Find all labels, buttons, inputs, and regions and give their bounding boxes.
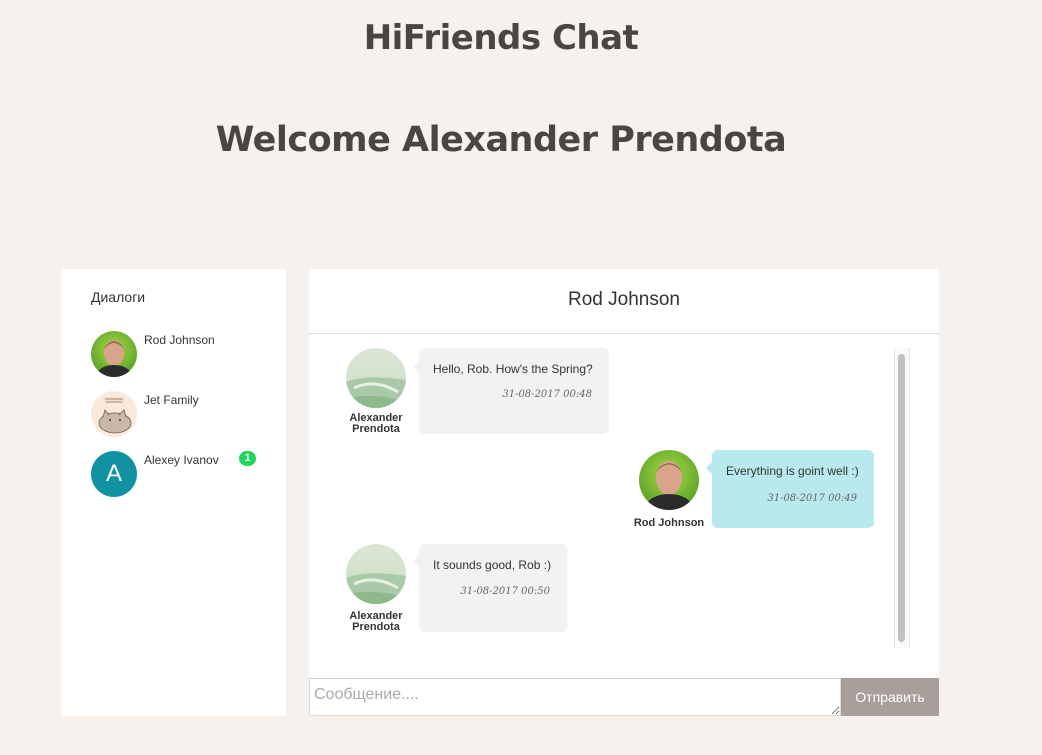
cat-avatar-icon <box>91 391 137 437</box>
unread-badge: 1 <box>239 451 256 466</box>
welcome-heading: Welcome Alexander Prendota <box>215 120 787 160</box>
message-text: Hello, Rob. How's the Spring? <box>433 362 593 376</box>
dialogs-panel: Диалоги Rod Johnson Jet Family A Alexey … <box>61 269 286 716</box>
message-time: 31-08-2017 00:49 <box>767 493 857 504</box>
dialogs-heading: Диалоги <box>91 289 146 305</box>
dialog-item-jet-family[interactable]: Jet Family <box>91 391 261 437</box>
chat-panel: Rod Johnson Alexander Prendota Hello, Ro… <box>309 269 939 716</box>
app-title: HiFriends Chat <box>363 18 639 58</box>
send-button[interactable]: Отправить <box>841 678 939 716</box>
avatar <box>346 348 406 408</box>
message-author: Alexander Prendota <box>349 610 403 633</box>
message-bubble: Everything is goint well :) 31-08-2017 0… <box>706 450 874 528</box>
dialog-item-alexey-ivanov[interactable]: A Alexey Ivanov 1 <box>91 451 261 497</box>
message-text: Everything is goint well :) <box>726 464 859 478</box>
dialog-name: Jet Family <box>144 393 199 407</box>
avatar <box>346 544 406 604</box>
message-time: 31-08-2017 00:48 <box>502 389 592 400</box>
scrollbar-thumb[interactable] <box>898 354 905 642</box>
dialog-name: Alexey Ivanov <box>144 453 219 467</box>
avatar <box>91 331 137 377</box>
letter-avatar: A <box>91 451 137 497</box>
message-list[interactable]: Alexander Prendota Hello, Rob. How's the… <box>309 334 939 678</box>
message-scrollbar[interactable] <box>894 348 910 648</box>
message-text: It sounds good, Rob :) <box>433 558 552 572</box>
message-input[interactable] <box>309 678 841 716</box>
dialog-name: Rod Johnson <box>144 333 215 347</box>
message-author: Rod Johnson <box>633 517 705 529</box>
avatar <box>639 450 699 510</box>
message-bubble: Hello, Rob. How's the Spring? 31-08-2017… <box>413 348 609 434</box>
message-time: 31-08-2017 00:50 <box>460 586 550 597</box>
chat-title: Rod Johnson <box>309 269 939 334</box>
message-author: Alexander Prendota <box>349 412 403 435</box>
dialog-item-rod-johnson[interactable]: Rod Johnson <box>91 331 261 377</box>
message-bubble: It sounds good, Rob :) 31-08-2017 00:50 <box>413 544 567 632</box>
message-composer: Отправить <box>309 678 939 716</box>
